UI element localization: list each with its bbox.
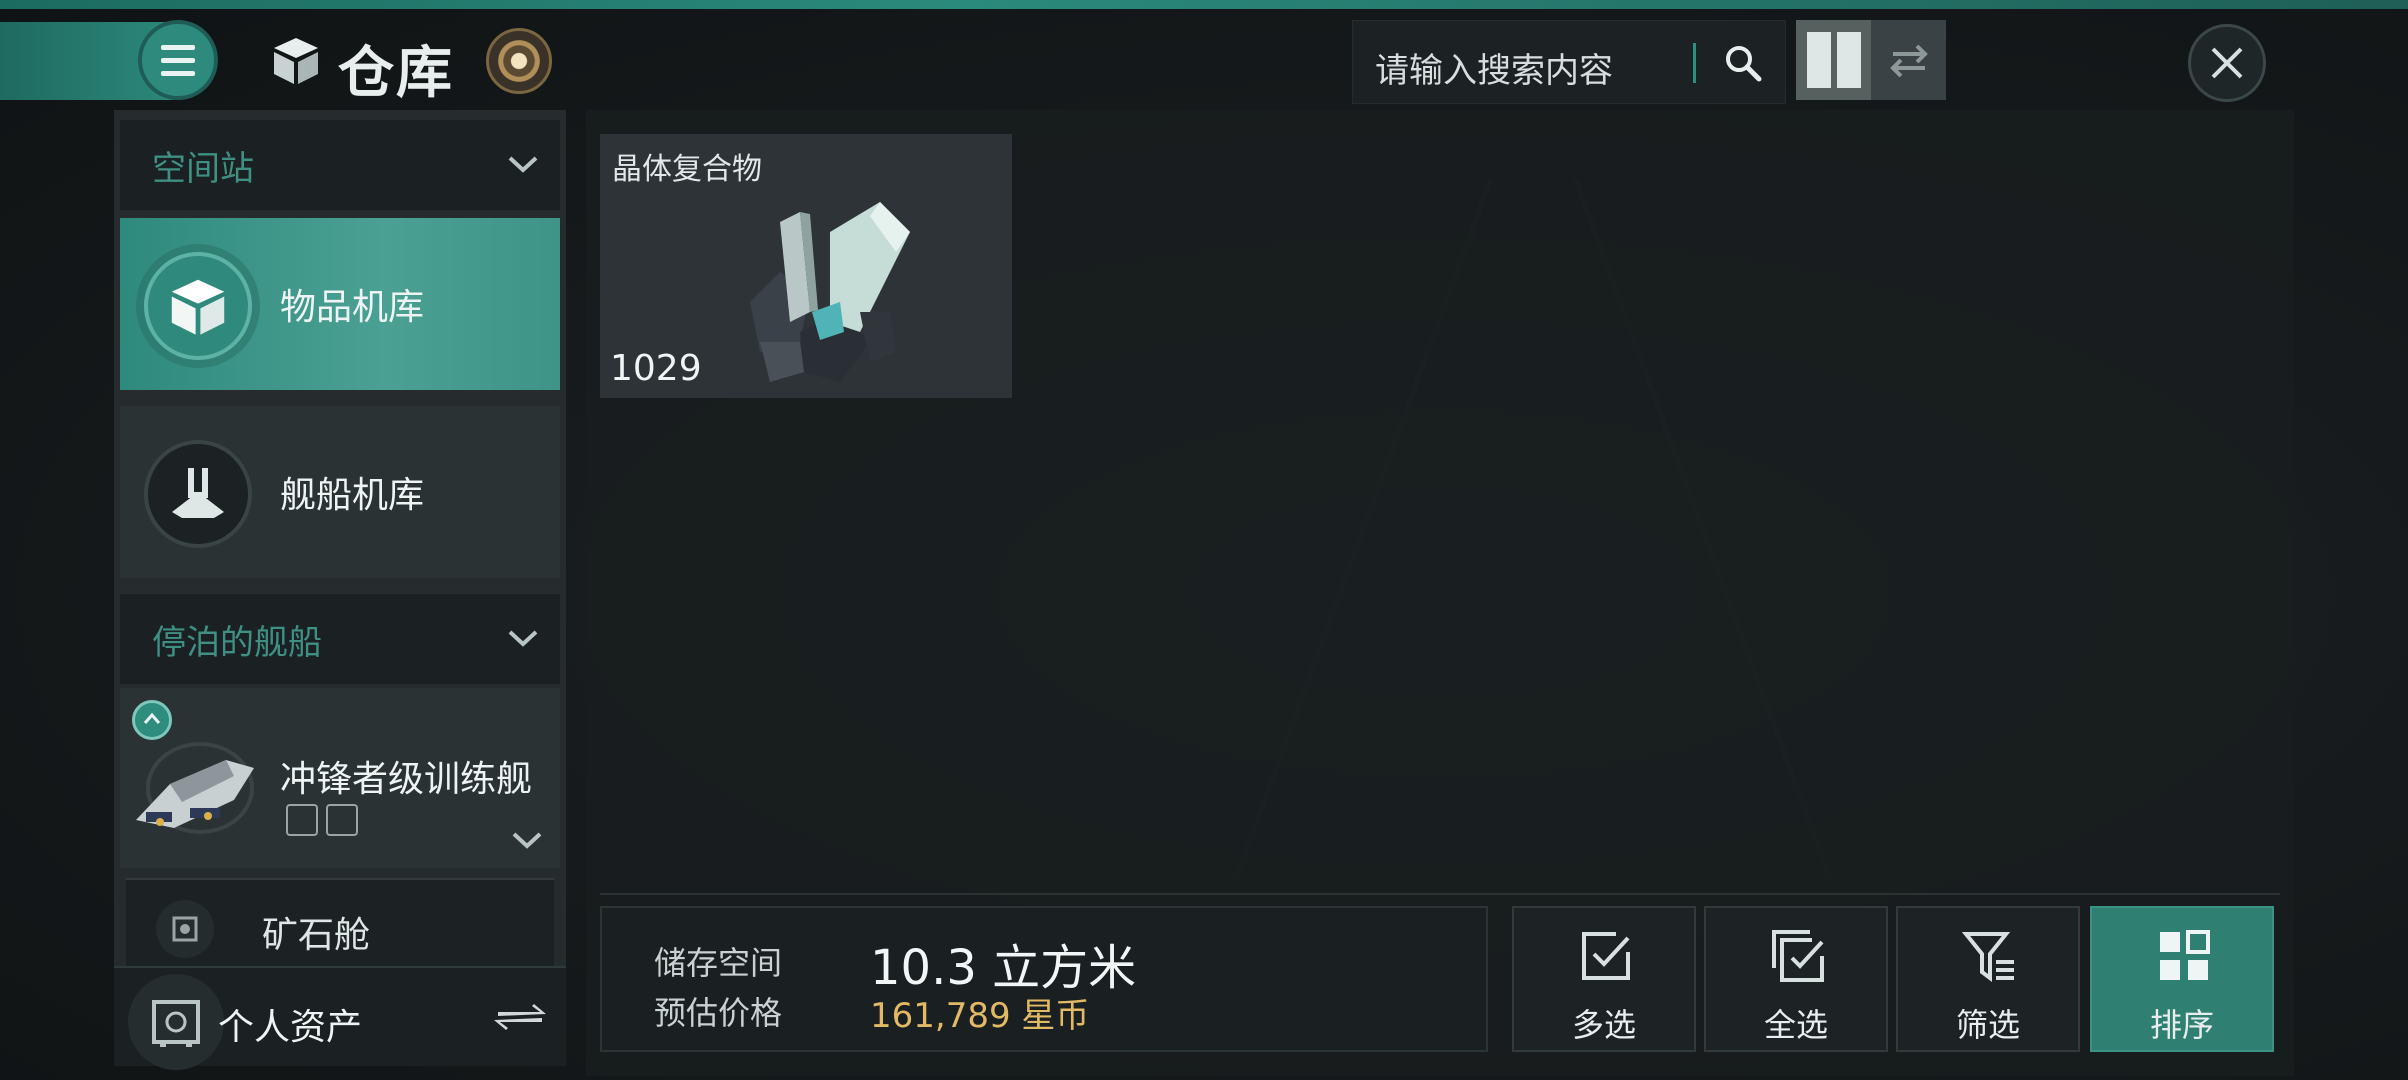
- multi-select-button[interactable]: 多选: [1512, 906, 1696, 1052]
- ship-hangar-icon: [144, 440, 252, 548]
- sort-button[interactable]: 排序: [2090, 906, 2274, 1052]
- section-space-station[interactable]: 空间站: [120, 120, 560, 210]
- estimated-price-label: 预估价格: [654, 994, 783, 1032]
- ship-status-icon: [286, 804, 318, 836]
- inventory-item-card[interactable]: 晶体复合物 1029: [600, 134, 1012, 398]
- ship-name: 冲锋者级训练舰: [280, 759, 533, 800]
- sidebar-item-ship-hangar[interactable]: 舰船机库: [120, 406, 560, 578]
- sidebar-item-ore-hold[interactable]: 矿石舱: [126, 878, 554, 970]
- chevron-down-icon: [508, 156, 538, 173]
- menu-icon: [161, 41, 195, 80]
- close-icon: [2211, 47, 2243, 79]
- storage-summary: 储存空间 预估价格 10.3 立方米 161,789 星币: [600, 906, 1488, 1052]
- cube-icon: [274, 38, 318, 84]
- search-icon[interactable]: [1721, 41, 1765, 85]
- sidebar-item-label: 舰船机库: [280, 475, 425, 516]
- section-label: 空间站: [152, 148, 254, 189]
- ore-hold-label: 矿石舱: [262, 915, 371, 956]
- section-docked-ships[interactable]: 停泊的舰船: [120, 594, 560, 684]
- personal-assets-bar[interactable]: 个人资产: [114, 966, 566, 1070]
- double-check-icon: [1772, 930, 1824, 982]
- filter-icon: [1961, 932, 2014, 982]
- filter-button[interactable]: 筛选: [1896, 906, 2080, 1052]
- crystal-image: [750, 202, 910, 382]
- estimated-price: 161,789 星币: [870, 996, 1090, 1036]
- chevron-down-icon[interactable]: [510, 828, 544, 854]
- action-label: 全选: [1763, 1006, 1828, 1044]
- search-input[interactable]: 请输入搜索内容: [1375, 43, 1613, 92]
- top-accent-bar: [0, 0, 2408, 9]
- sidebar-item-label: 物品机库: [280, 287, 425, 328]
- item-count: 1029: [610, 348, 702, 389]
- ship-cargo-icon: [326, 804, 358, 836]
- chevron-down-icon: [508, 630, 538, 647]
- divider: [600, 893, 2280, 895]
- personal-assets-label: 个人资产: [218, 1007, 363, 1048]
- action-label: 多选: [1571, 1006, 1636, 1044]
- ore-hold-icon: [156, 900, 214, 958]
- search-divider: [1693, 43, 1696, 83]
- view-toggle[interactable]: [1796, 20, 1946, 100]
- cube-icon: [144, 252, 252, 360]
- section-label: 停泊的舰船: [152, 622, 322, 663]
- grid-view-icon[interactable]: [1796, 20, 1871, 100]
- sidebar: 空间站 物品机库 舰船机库 停泊的舰船 冲锋者级训练舰 矿石舱: [114, 110, 566, 970]
- action-label: 筛选: [1955, 1006, 2020, 1044]
- close-button[interactable]: [2188, 24, 2266, 102]
- check-box-icon: [1582, 932, 1630, 980]
- sidebar-item-item-hangar[interactable]: 物品机库: [120, 218, 560, 390]
- sort-grid-icon: [2160, 930, 2210, 980]
- warehouse-badge-icon[interactable]: [486, 28, 552, 94]
- select-all-button[interactable]: 全选: [1704, 906, 1888, 1052]
- docked-ship-item[interactable]: 冲锋者级训练舰: [120, 688, 560, 868]
- ship-image: [136, 742, 254, 834]
- search-bar[interactable]: 请输入搜索内容: [1352, 20, 1786, 104]
- action-label: 排序: [2149, 1006, 2214, 1044]
- page-title: 仓库: [338, 41, 454, 106]
- swap-view-icon[interactable]: [1871, 20, 1946, 100]
- menu-button[interactable]: [138, 20, 218, 100]
- storage-space-label: 储存空间: [654, 944, 783, 982]
- safe-icon: [128, 974, 224, 1070]
- item-name: 晶体复合物: [612, 152, 762, 187]
- swap-icon[interactable]: [490, 998, 550, 1038]
